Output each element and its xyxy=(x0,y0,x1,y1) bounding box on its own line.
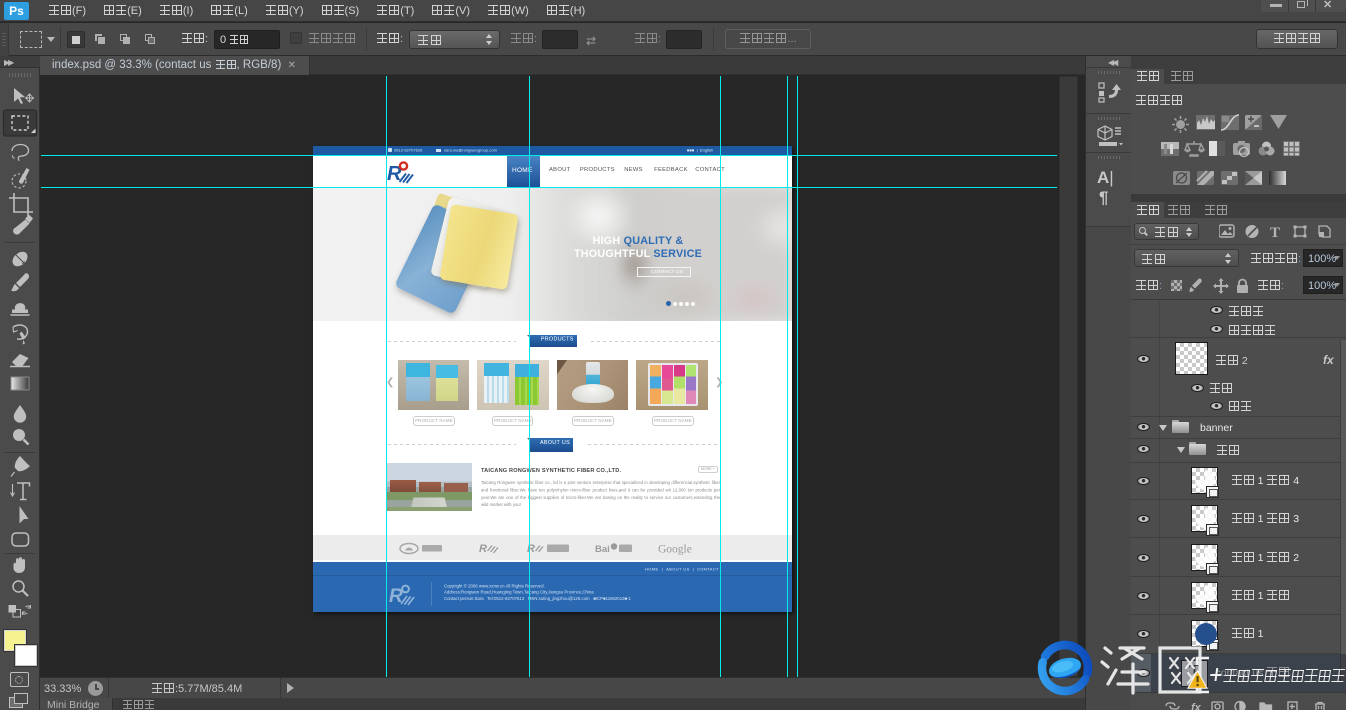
svg-text:R: R xyxy=(479,543,487,555)
svg-text:fx: fx xyxy=(1191,702,1202,710)
svg-text:Google: Google xyxy=(658,543,692,555)
svg-text:Bai: Bai xyxy=(595,544,610,555)
svg-text:T: T xyxy=(1270,225,1280,239)
